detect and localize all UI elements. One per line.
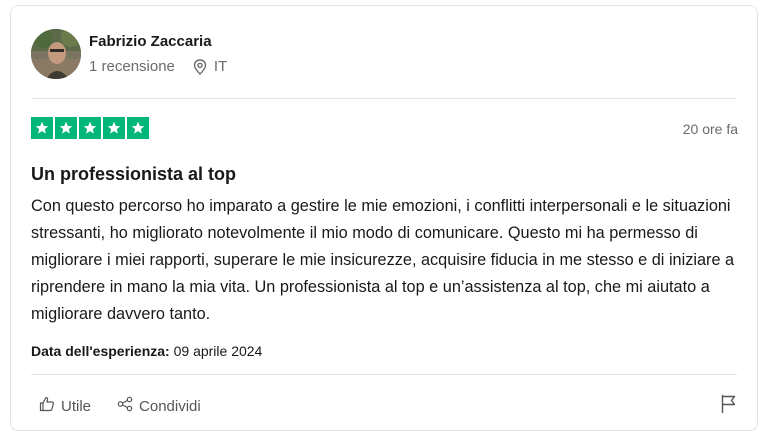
useful-label: Utile bbox=[61, 397, 92, 415]
reviewer-country: IT bbox=[213, 58, 228, 75]
review-text: Con questo percorso ho imparato a gestir… bbox=[31, 197, 735, 323]
review-date: 20 ore fa bbox=[682, 121, 738, 137]
review-actions: Utile Condividi bbox=[39, 396, 201, 416]
star-rating bbox=[31, 117, 149, 139]
reviews-count: 1 recensione bbox=[89, 58, 175, 75]
share-label: Condividi bbox=[139, 397, 201, 415]
review-title[interactable]: Un professionista al top bbox=[31, 164, 236, 185]
experience-date-label: Data dell'esperienza: bbox=[31, 343, 170, 359]
experience-date-value: 09 aprile 2024 bbox=[173, 343, 263, 359]
flag-icon[interactable] bbox=[719, 394, 739, 414]
reviewer-meta: 1 recensione IT bbox=[89, 58, 227, 75]
star-icon bbox=[127, 117, 149, 139]
star-icon bbox=[55, 117, 77, 139]
reviewer-name[interactable]: Fabrizio Zaccaria bbox=[89, 33, 212, 50]
experience-date: Data dell'esperienza: 09 aprile 2024 bbox=[31, 343, 262, 359]
review-card: Fabrizio Zaccaria 1 recensione IT 20 ore… bbox=[10, 5, 758, 431]
star-icon bbox=[103, 117, 125, 139]
avatar[interactable] bbox=[31, 29, 81, 79]
thumbs-up-icon bbox=[39, 396, 55, 416]
map-pin-icon bbox=[193, 58, 207, 75]
useful-button[interactable]: Utile bbox=[39, 396, 91, 416]
share-icon bbox=[117, 396, 133, 416]
star-icon bbox=[79, 117, 101, 139]
header-divider bbox=[31, 98, 737, 99]
star-icon bbox=[31, 117, 53, 139]
footer-divider bbox=[31, 374, 737, 375]
share-button[interactable]: Condividi bbox=[117, 396, 201, 416]
